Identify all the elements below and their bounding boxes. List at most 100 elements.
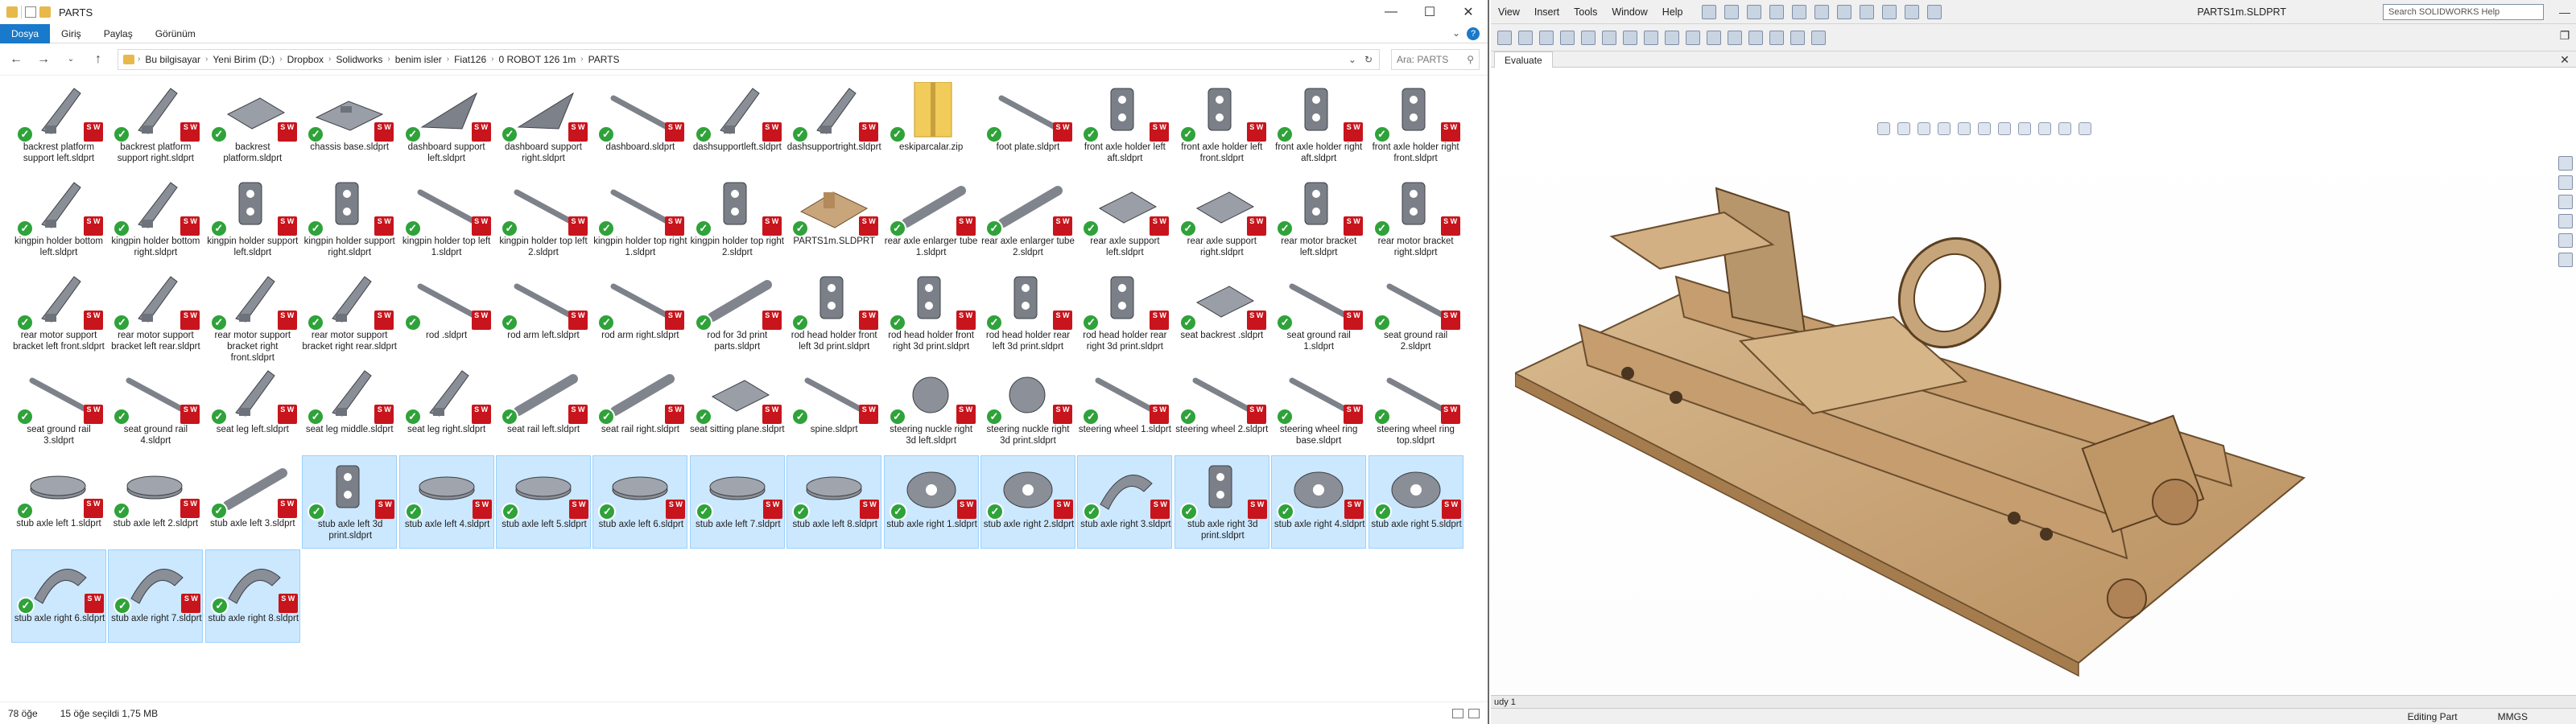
breadcrumb-item[interactable]: 0 ROBOT 126 1m <box>493 54 580 65</box>
file-item[interactable]: ✓ S Wseat leg right.sldprt <box>399 361 494 455</box>
help-search-input[interactable]: Search SOLIDWORKS Help <box>2383 3 2544 20</box>
minimize-button[interactable]: — <box>1372 0 1410 24</box>
file-item[interactable]: ✓ S Wrod arm right.sldprt <box>592 267 687 360</box>
graphics-area[interactable] <box>1491 68 2576 718</box>
file-item[interactable]: ✓ S Wseat rail right.sldprt <box>592 361 687 455</box>
new-folder-icon[interactable] <box>39 6 51 18</box>
custom-properties-icon[interactable] <box>2558 253 2573 267</box>
file-item[interactable]: ✓ S Wrear axle enlarger tube 2.sldprt <box>980 173 1075 266</box>
toolbar-icon[interactable] <box>1644 30 1658 45</box>
properties-icon[interactable] <box>25 6 36 18</box>
file-item[interactable]: ✓ S Wstub axle right 6.sldprt <box>11 549 106 643</box>
file-item[interactable]: ✓ S Wseat leg left.sldprt <box>205 361 300 455</box>
file-item[interactable]: ✓ S Wstub axle right 7.sldprt <box>108 549 204 643</box>
file-item[interactable]: ✓ eskiparcalar.zip <box>884 79 979 172</box>
view-settings-icon[interactable] <box>2079 122 2091 135</box>
file-item[interactable]: ✓ S Wstub axle left 5.sldprt <box>496 455 591 549</box>
file-item[interactable]: ✓ S Wstub axle right 4.sldprt <box>1271 455 1367 549</box>
options-icon[interactable] <box>1926 4 1942 19</box>
file-item[interactable]: ✓ S Wrear motor bracket left.sldprt <box>1271 173 1366 266</box>
file-item[interactable]: ✓ S Wstub axle right 1.sldprt <box>883 455 979 549</box>
address-bar[interactable]: › Bu bilgisayar › Yeni Birim (D:) › Drop… <box>118 48 1380 70</box>
toolbar-icon[interactable] <box>1728 30 1742 45</box>
restore-button[interactable]: ❐ <box>2553 24 2576 48</box>
up-button[interactable]: ↑ <box>90 52 106 67</box>
file-item[interactable]: ✓ S Wdashboard support left.sldprt <box>399 79 494 172</box>
minimize-button[interactable]: — <box>2553 0 2576 24</box>
file-item[interactable]: ✓ S Wrod arm left.sldprt <box>496 267 591 360</box>
display-style-icon[interactable] <box>1998 122 2011 135</box>
breadcrumb-item[interactable]: Bu bilgisayar <box>140 54 205 65</box>
file-item[interactable]: ✓ S Wdashboard.sldprt <box>592 79 687 172</box>
file-item[interactable]: ✓ S Wbackrest platform support left.sldpr… <box>11 79 106 172</box>
select-icon[interactable] <box>1881 4 1897 19</box>
menu-tools[interactable]: Tools <box>1567 6 1604 18</box>
maximize-button[interactable]: ☐ <box>1410 0 1449 24</box>
toolbar-icon[interactable] <box>1539 30 1554 45</box>
toolbar-icon[interactable] <box>1665 30 1679 45</box>
appearances-icon[interactable] <box>2558 233 2573 248</box>
file-item[interactable]: ✓ S Wrear motor bracket right.sldprt <box>1368 173 1463 266</box>
file-item[interactable]: ✓ S Wstub axle left 4.sldprt <box>398 455 494 549</box>
file-item[interactable]: ✓ S Wstub axle left 3d print.sldprt <box>302 455 398 549</box>
breadcrumb-item[interactable]: PARTS <box>584 54 625 65</box>
file-item[interactable]: ✓ S Wkingpin holder top left 1.sldprt <box>399 173 494 266</box>
address-dropdown-icon[interactable]: ⌄ <box>1348 54 1356 65</box>
open-icon[interactable] <box>1769 4 1784 19</box>
file-item[interactable]: ✓ S Wseat rail left.sldprt <box>496 361 591 455</box>
breadcrumb-item[interactable]: Dropbox <box>283 54 328 65</box>
file-item[interactable]: ✓ S Wfront axle holder right front.sldprt <box>1368 79 1463 172</box>
toolbar-icon[interactable] <box>1790 30 1805 45</box>
help-icon[interactable]: ? <box>1467 27 1480 40</box>
file-item[interactable]: ✓ S Wrod .sldprt <box>399 267 494 360</box>
file-item[interactable]: ✓ S Wspine.sldprt <box>786 361 881 455</box>
file-explorer-icon[interactable] <box>2558 195 2573 209</box>
file-item[interactable]: ✓ S Wrod head holder rear right 3d print.… <box>1077 267 1172 360</box>
file-item[interactable]: ✓ S Wsteering wheel ring top.sldprt <box>1368 361 1463 455</box>
file-item[interactable]: ✓ S Wsteering nuckle right 3d left.sldprt <box>884 361 979 455</box>
study-tab[interactable]: udy 1 <box>1494 697 1516 707</box>
file-item[interactable]: ✓ S Wstub axle left 3.sldprt <box>205 455 300 549</box>
toolbar-icon[interactable] <box>1748 30 1763 45</box>
file-item[interactable]: ✓ S Wchassis base.sldprt <box>302 79 397 172</box>
file-item[interactable]: ✓ S Wsteering wheel ring base.sldprt <box>1271 361 1366 455</box>
file-item[interactable]: ✓ S Wseat ground rail 4.sldprt <box>108 361 203 455</box>
tab-share[interactable]: Paylaş <box>93 24 144 43</box>
file-item[interactable]: ✓ S Wrear motor support bracket left rear… <box>108 267 203 360</box>
file-item[interactable]: ✓ S Wstub axle right 3.sldprt <box>1077 455 1173 549</box>
file-item[interactable]: ✓ S Wbackrest platform.sldprt <box>205 79 300 172</box>
menu-help[interactable]: Help <box>1655 6 1690 18</box>
file-item[interactable]: ✓ S Wsteering wheel 2.sldprt <box>1174 361 1269 455</box>
zoom-fit-icon[interactable] <box>1877 122 1890 135</box>
file-item[interactable]: ✓ S Wrear motor support bracket right rea… <box>302 267 397 360</box>
file-item[interactable]: ✓ S Wfront axle holder left front.sldprt <box>1174 79 1269 172</box>
breadcrumb-item[interactable]: Yeni Birim (D:) <box>208 54 279 65</box>
pin-icon[interactable] <box>1701 4 1716 19</box>
tab-file[interactable]: Dosya <box>0 23 51 43</box>
file-item[interactable]: ✓ S Wseat ground rail 3.sldprt <box>11 361 106 455</box>
file-item[interactable]: ✓ S Wfoot plate.sldprt <box>980 79 1075 172</box>
toolbar-icon[interactable] <box>1686 30 1700 45</box>
resources-icon[interactable] <box>2558 156 2573 171</box>
refresh-icon[interactable]: ↻ <box>1364 54 1373 65</box>
file-item[interactable]: ✓ S Wstub axle left 8.sldprt <box>786 455 882 549</box>
file-item[interactable]: ✓ S Wsteering nuckle right 3d print.sldpr… <box>980 361 1075 455</box>
edit-appearance-icon[interactable] <box>2038 122 2051 135</box>
file-item[interactable]: ✓ S Wstub axle left 1.sldprt <box>11 455 106 549</box>
zoom-area-icon[interactable] <box>1897 122 1910 135</box>
file-item[interactable]: ✓ S Wfront axle holder right aft.sldprt <box>1271 79 1366 172</box>
tab-view[interactable]: Görünüm <box>144 24 207 43</box>
breadcrumb-item[interactable]: benim isler <box>390 54 447 65</box>
file-item[interactable]: ✓ S Wstub axle right 3d print.sldprt <box>1174 455 1269 549</box>
file-item[interactable]: ✓ S Wrear motor support bracket right fro… <box>205 267 300 363</box>
file-item[interactable]: ✓ S Wrod head holder rear left 3d print.s… <box>980 267 1075 360</box>
toolbar-icon[interactable] <box>1581 30 1596 45</box>
file-item[interactable]: ✓ S Wseat leg middle.sldprt <box>302 361 397 455</box>
file-item[interactable]: ✓ S Wstub axle right 2.sldprt <box>980 455 1075 549</box>
file-item[interactable]: ✓ S Wrear axle enlarger tube 1.sldprt <box>884 173 979 266</box>
save-icon[interactable] <box>1814 4 1829 19</box>
file-item[interactable]: ✓ S Wbackrest platform support right.sldp… <box>108 79 203 172</box>
toolbar-icon[interactable] <box>1602 30 1616 45</box>
file-item[interactable]: ✓ S Wseat ground rail 2.sldprt <box>1368 267 1463 360</box>
menu-insert[interactable]: Insert <box>1527 6 1567 18</box>
